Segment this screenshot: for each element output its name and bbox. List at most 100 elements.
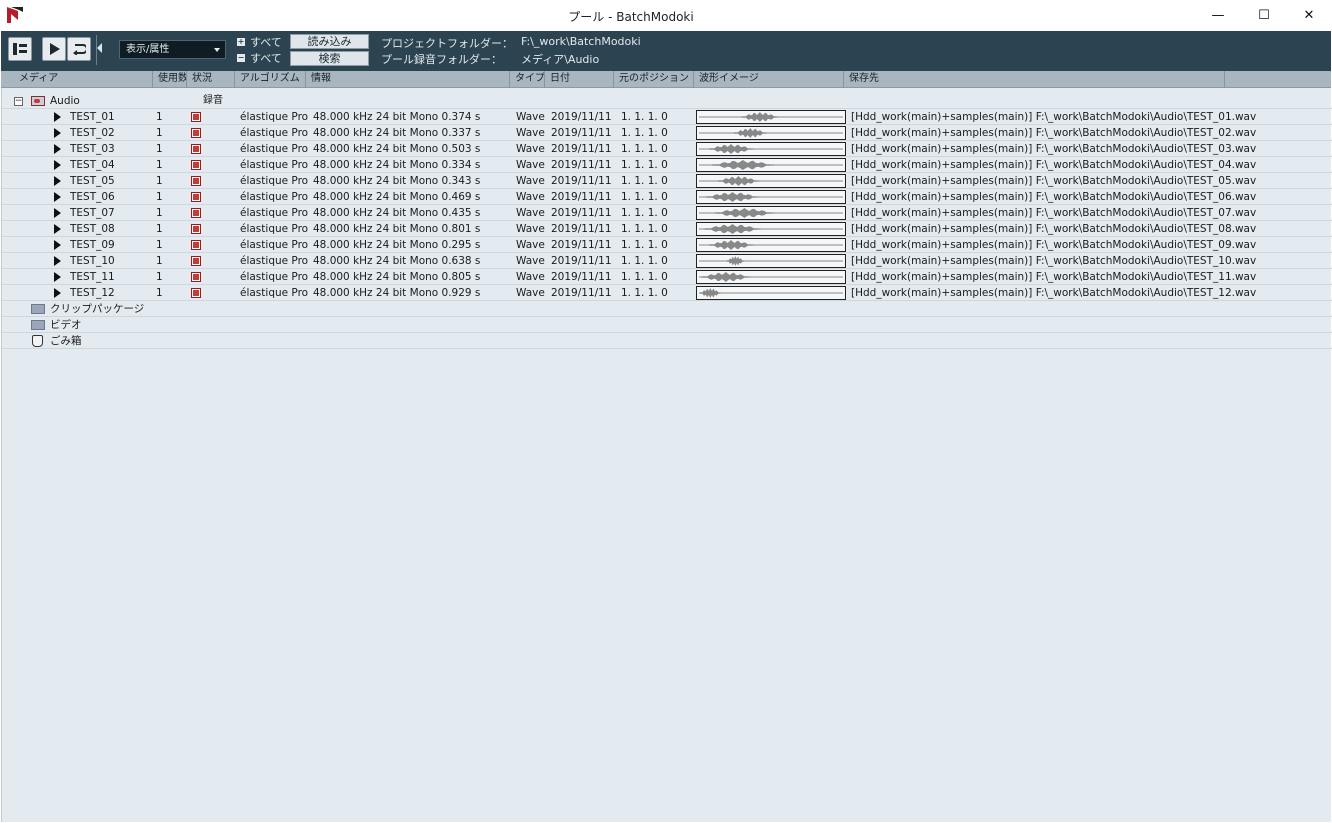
clip-row[interactable]: TEST_02 1 élastique Pro - 48.000 kHz 24 bit… [2, 125, 1332, 141]
column-media[interactable]: メディア [1, 71, 153, 88]
preview-loop-button[interactable] [67, 37, 91, 61]
clip-row[interactable]: TEST_10 1 élastique Pro - 48.000 kHz 24 bit… [2, 253, 1332, 269]
clip-row[interactable]: TEST_01 1 élastique Pro - 48.000 kHz 24 bit… [2, 109, 1332, 125]
clip-path: [Hdd_work(main)+samples(main)] F:\_work\… [851, 127, 1257, 139]
collapse-all-toggle[interactable]: − すべて [237, 51, 282, 65]
clip-type: Wave [516, 111, 545, 123]
clip-name: TEST_10 [70, 255, 115, 267]
collapse-icon[interactable]: − [14, 97, 23, 106]
clip-info: 48.000 kHz 24 bit Mono 0.638 s [313, 255, 481, 267]
clip-info: 48.000 kHz 24 bit Mono 0.469 s [313, 191, 481, 203]
plus-icon: + [237, 37, 245, 46]
clip-date: 2019/11/11 [551, 191, 612, 203]
clip-used-count: 1 [156, 143, 163, 155]
record-status-icon [191, 144, 201, 154]
clip-row[interactable]: TEST_04 1 élastique Pro - 48.000 kHz 24 bit… [2, 157, 1332, 173]
folder-row-trash[interactable]: ごみ箱 [2, 333, 1332, 349]
clip-row[interactable]: TEST_06 1 élastique Pro - 48.000 kHz 24 bit… [2, 189, 1332, 205]
clip-path: [Hdd_work(main)+samples(main)] F:\_work\… [851, 287, 1257, 299]
play-clip-icon[interactable] [54, 288, 61, 298]
waveform-thumbnail [696, 222, 846, 236]
clip-row[interactable]: TEST_11 1 élastique Pro - 48.000 kHz 24 bit… [2, 269, 1332, 285]
waveform-icon [699, 160, 843, 170]
waveform-thumbnail [696, 190, 846, 204]
play-clip-icon[interactable] [54, 160, 61, 170]
clip-path: [Hdd_work(main)+samples(main)] F:\_work\… [851, 271, 1257, 283]
maximize-button[interactable]: ☐ [1241, 0, 1287, 31]
clip-row[interactable]: TEST_09 1 élastique Pro - 48.000 kHz 24 bit… [2, 237, 1332, 253]
record-status-icon [191, 256, 201, 266]
clip-date: 2019/11/11 [551, 111, 612, 123]
clip-path: [Hdd_work(main)+samples(main)] F:\_work\… [851, 255, 1257, 267]
collapse-all-label: すべて [250, 52, 282, 65]
play-clip-icon[interactable] [54, 176, 61, 186]
view-select-value: 表示/属性 [126, 44, 170, 55]
play-clip-icon[interactable] [54, 224, 61, 234]
clip-algorithm: élastique Pro - [240, 239, 308, 251]
folder-row-audio[interactable]: − Audio 録音 [2, 93, 1332, 109]
clip-type: Wave [516, 287, 545, 299]
play-clip-icon[interactable] [54, 256, 61, 266]
clip-used-count: 1 [156, 255, 163, 267]
clip-algorithm: élastique Pro - [240, 207, 308, 219]
waveform-thumbnail [696, 158, 846, 172]
expand-all-toggle[interactable]: + すべて [237, 35, 282, 49]
clip-name: TEST_06 [70, 191, 115, 203]
clip-algorithm: élastique Pro - [240, 287, 308, 299]
clip-used-count: 1 [156, 287, 163, 299]
folder-name: クリップパッケージ [50, 303, 145, 315]
column-algorithm[interactable]: アルゴリズム [235, 71, 306, 88]
clip-row[interactable]: TEST_07 1 élastique Pro - 48.000 kHz 24 bit… [2, 205, 1332, 221]
search-button[interactable]: 検索 [290, 51, 369, 66]
waveform-icon [699, 144, 843, 154]
folder-row-video[interactable]: ビデオ [2, 317, 1332, 333]
play-clip-icon[interactable] [54, 272, 61, 282]
clip-name: TEST_11 [70, 271, 115, 283]
play-clip-icon[interactable] [54, 240, 61, 250]
clip-origin: 1. 1. 1. 0 [621, 159, 668, 171]
clip-used-count: 1 [156, 127, 163, 139]
play-clip-icon[interactable] [54, 128, 61, 138]
play-clip-icon[interactable] [54, 192, 61, 202]
clip-row[interactable]: TEST_03 1 élastique Pro - 48.000 kHz 24 bit… [2, 141, 1332, 157]
view-attribute-select[interactable]: 表示/属性 [119, 40, 226, 59]
volume-slider-handle[interactable] [97, 43, 102, 53]
column-path[interactable]: 保存先 [844, 71, 1225, 88]
clip-name: TEST_12 [70, 287, 115, 299]
trash-icon [32, 335, 43, 347]
folder-row-clip-packages[interactable]: クリップパッケージ [2, 301, 1332, 317]
play-clip-icon[interactable] [54, 144, 61, 154]
column-waveform[interactable]: 波形イメージ [694, 71, 844, 88]
clip-type: Wave [516, 223, 545, 235]
clip-info: 48.000 kHz 24 bit Mono 0.929 s [313, 287, 481, 299]
pool-list: − Audio 録音 TEST_01 1 élastique Pro - 48.000… [1, 88, 1332, 822]
clip-algorithm: élastique Pro - [240, 159, 308, 171]
preview-play-button[interactable] [42, 37, 66, 61]
inspector-toggle-button[interactable] [8, 37, 32, 61]
close-button[interactable]: ✕ [1286, 0, 1332, 31]
column-date[interactable]: 日付 [545, 71, 614, 88]
play-clip-icon[interactable] [54, 208, 61, 218]
folder-icon [31, 320, 45, 330]
clip-origin: 1. 1. 1. 0 [621, 175, 668, 187]
record-folder-value[interactable]: メディア\Audio [521, 51, 599, 67]
clip-row[interactable]: TEST_08 1 élastique Pro - 48.000 kHz 24 bit… [2, 221, 1332, 237]
clip-path: [Hdd_work(main)+samples(main)] F:\_work\… [851, 207, 1257, 219]
column-type[interactable]: タイプ [510, 71, 545, 88]
clip-row[interactable]: TEST_05 1 élastique Pro - 48.000 kHz 24 bit… [2, 173, 1332, 189]
clip-used-count: 1 [156, 191, 163, 203]
column-origin[interactable]: 元のポジション [614, 71, 694, 88]
minimize-button[interactable]: — [1195, 0, 1241, 31]
clip-row[interactable]: TEST_12 1 élastique Pro - 48.000 kHz 24 bit… [2, 285, 1332, 301]
clip-origin: 1. 1. 1. 0 [621, 191, 668, 203]
column-info[interactable]: 情報 [306, 71, 510, 88]
column-used[interactable]: 使用数 [153, 71, 187, 88]
waveform-icon [699, 240, 843, 250]
column-status[interactable]: 状況 [187, 71, 235, 88]
import-button[interactable]: 読み込み [290, 34, 369, 49]
clip-name: TEST_03 [70, 143, 115, 155]
clip-origin: 1. 1. 1. 0 [621, 223, 668, 235]
play-clip-icon[interactable] [54, 112, 61, 122]
record-folder-badge: 録音 [203, 95, 223, 106]
clip-info: 48.000 kHz 24 bit Mono 0.334 s [313, 159, 481, 171]
